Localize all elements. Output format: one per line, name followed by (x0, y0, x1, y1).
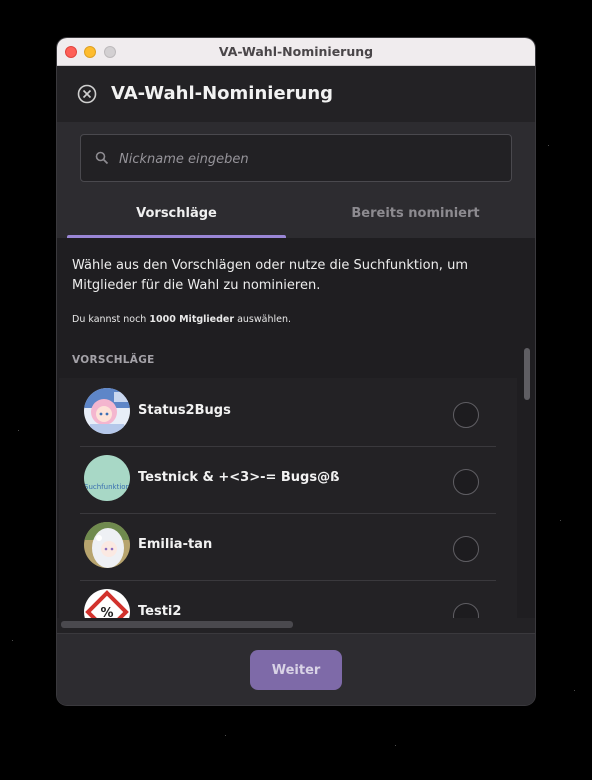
dialog-footer: Weiter (57, 633, 535, 705)
tab-suggestions[interactable]: Vorschläge (57, 192, 296, 239)
list-item[interactable]: Status2Bugs (80, 380, 496, 447)
content-area: Wähle aus den Vorschlägen oder nutze die… (57, 238, 535, 618)
list-item[interactable]: % Testi2 (80, 581, 496, 618)
svg-text:%: % (100, 606, 113, 618)
select-radio[interactable] (453, 469, 479, 495)
list-item[interactable]: Suchfunktion Testnick & +<3>-= Bugs@ß (80, 447, 496, 514)
dialog-header: VA-Wahl-Nominierung (57, 66, 535, 122)
avatar (84, 388, 130, 434)
avatar: Suchfunktion (84, 455, 130, 501)
member-name: Emilia-tan (138, 537, 213, 552)
tab-suggestions-label: Vorschläge (136, 206, 217, 221)
dialog-title: VA-Wahl-Nominierung (111, 83, 334, 104)
close-circle-icon[interactable] (77, 84, 97, 104)
search-icon (95, 150, 109, 165)
background-star (225, 735, 226, 736)
select-radio[interactable] (453, 603, 479, 618)
member-name: Status2Bugs (138, 403, 231, 418)
suggestion-list: Status2Bugs Suchfunktion Testnick & +<3>… (80, 380, 496, 618)
list-item[interactable]: Emilia-tan (80, 514, 496, 581)
background-star (574, 690, 575, 691)
member-name: Testi2 (138, 604, 182, 618)
avatar-text: Suchfunktion (84, 483, 130, 491)
nickname-search-input[interactable] (117, 135, 501, 183)
quota-prefix: Du kannst noch (72, 314, 150, 325)
background-star (395, 745, 396, 746)
tab-already-nominated-label: Bereits nominiert (351, 206, 480, 221)
background-star (560, 520, 561, 521)
select-radio[interactable] (453, 536, 479, 562)
tab-already-nominated[interactable]: Bereits nominiert (296, 192, 535, 238)
suggestions-section-label: VORSCHLÄGE (72, 354, 155, 366)
background-star (548, 145, 549, 146)
background-star (18, 430, 19, 431)
tab-bar: Vorschläge Bereits nominiert (57, 192, 535, 239)
window-title: VA-Wahl-Nominierung (218, 44, 374, 59)
member-name: Testnick & +<3>-= Bugs@ß (138, 470, 340, 485)
app-window: VA-Wahl-Nominierung VA-Wahl-Nominierung … (57, 38, 535, 705)
title-bar: VA-Wahl-Nominierung (57, 38, 535, 66)
vertical-scrollbar[interactable] (524, 348, 530, 400)
search-area (57, 122, 535, 192)
avatar (84, 522, 130, 568)
horizontal-scrollbar[interactable] (61, 621, 293, 628)
select-radio[interactable] (453, 402, 479, 428)
next-button[interactable]: Weiter (250, 650, 342, 690)
intro-text: Wähle aus den Vorschlägen oder nutze die… (72, 258, 468, 293)
quota-text: Du kannst noch 1000 Mitglieder auswählen… (72, 314, 291, 325)
search-box[interactable] (80, 134, 512, 183)
background-star (12, 640, 13, 641)
avatar: % (84, 589, 130, 618)
quota-suffix: auswählen. (234, 314, 291, 325)
quota-count: 1000 Mitglieder (149, 314, 235, 325)
